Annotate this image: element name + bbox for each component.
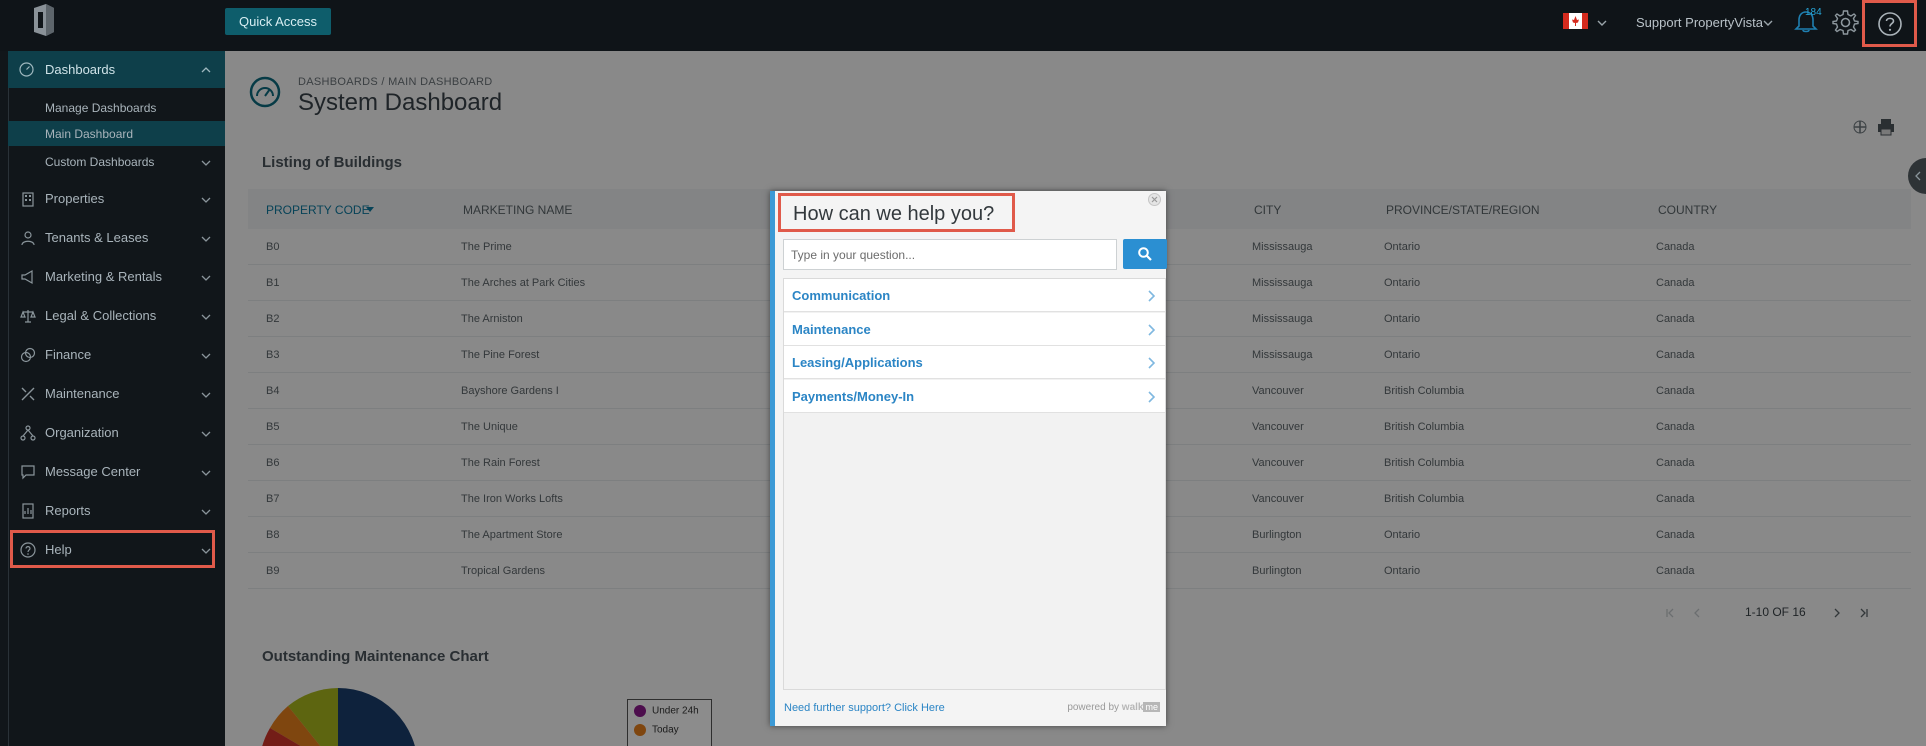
category-communication[interactable]: Communication: [784, 279, 1165, 312]
category-payments-money-in[interactable]: Payments/Money-In: [784, 380, 1165, 413]
sidebar-subitem-main-dashboard[interactable]: Main Dashboard: [8, 121, 225, 146]
chevron-right-icon: [1148, 391, 1155, 403]
chevron-right-icon: [1148, 357, 1155, 369]
search-button[interactable]: [1123, 239, 1167, 269]
sidebar-item-finance[interactable]: Finance: [8, 339, 225, 371]
help-category-list: Communication Maintenance Leasing/Applic…: [783, 278, 1166, 690]
powered-by-label: powered by: [1067, 702, 1120, 713]
sidebar-item-message-center[interactable]: Message Center: [8, 456, 225, 488]
top-bar: Quick Access Support PropertyVista 184: [0, 0, 1926, 51]
sidebar-subitem-custom-dashboards[interactable]: Custom Dashboards: [8, 149, 225, 174]
report-icon: [22, 503, 34, 519]
sidebar-item-dashboards[interactable]: Dashboards: [8, 51, 225, 88]
modal-title: How can we help you?: [793, 203, 995, 225]
sidebar-item-label: Reports: [45, 503, 91, 518]
help-search-input[interactable]: [783, 239, 1117, 270]
sidebar-item-label: Tenants & Leases: [45, 230, 149, 245]
tools-icon: [21, 387, 35, 401]
chevron-down-icon: [201, 197, 211, 203]
quick-access-button[interactable]: Quick Access: [225, 8, 332, 35]
user-menu[interactable]: Support PropertyVista: [1636, 15, 1763, 30]
sidebar-item-label: Properties: [45, 191, 105, 206]
chevron-down-icon: [201, 431, 211, 437]
chevron-down-icon: [201, 392, 211, 398]
chat-icon: [21, 465, 35, 480]
further-support-link[interactable]: Need further support? Click Here: [784, 702, 945, 714]
sidebar-item-label: Marketing & Rentals: [45, 269, 163, 284]
chevron-down-icon[interactable]: [1763, 18, 1773, 28]
sidebar-item-label: Dashboards: [45, 62, 116, 77]
chevron-down-icon: [201, 353, 211, 359]
search-icon: [1138, 247, 1152, 261]
sidebar-subitem-label: Manage Dashboards: [45, 101, 157, 115]
sidebar-item-tenants-leases[interactable]: Tenants & Leases: [8, 222, 225, 254]
canada-flag-icon[interactable]: [1563, 13, 1588, 29]
megaphone-icon: [21, 269, 33, 285]
user-icon: [21, 231, 35, 246]
category-label: Communication: [792, 288, 891, 303]
sidebar-item-label: Legal & Collections: [45, 308, 157, 323]
sidebar-item-marketing-rentals[interactable]: Marketing & Rentals: [8, 261, 225, 293]
side-panel-toggle-icon[interactable]: [1908, 158, 1926, 194]
powered-by: powered by walk me: [1067, 702, 1160, 713]
category-label: Payments/Money-In: [792, 389, 915, 404]
sidebar-item-label: Organization: [45, 425, 119, 440]
sidebar-item-label: Message Center: [45, 464, 141, 479]
modal-title-highlight: How can we help you?: [778, 193, 1015, 232]
chevron-down-icon: [201, 275, 211, 281]
chevron-down-icon: [201, 509, 211, 515]
category-label: Maintenance: [792, 322, 871, 337]
sidebar-subitem-label: Main Dashboard: [45, 127, 134, 141]
app-logo-icon[interactable]: [30, 2, 58, 38]
chevron-right-icon: [1148, 290, 1155, 302]
sidebar-subitem-label: Custom Dashboards: [45, 155, 155, 169]
chevron-down-icon: [201, 160, 211, 166]
chevron-down-icon[interactable]: [1597, 18, 1607, 28]
sidebar-item-label: Finance: [45, 347, 92, 362]
help-modal: How can we help you? Communication Maint…: [770, 191, 1167, 726]
sidebar-item-organization[interactable]: Organization: [8, 417, 225, 449]
chevron-up-icon: [201, 67, 211, 73]
chevron-down-icon: [201, 236, 211, 242]
sidebar-item-reports[interactable]: Reports: [8, 495, 225, 527]
building-icon: [22, 192, 34, 207]
question-circle-icon: [1878, 12, 1902, 36]
sidebar-item-maintenance[interactable]: Maintenance: [8, 378, 225, 410]
sidebar-item-properties[interactable]: Properties: [8, 183, 225, 215]
category-label: Leasing/Applications: [792, 355, 923, 370]
category-maintenance[interactable]: Maintenance: [784, 313, 1165, 346]
help-highlight: [10, 530, 215, 568]
category-leasing-applications[interactable]: Leasing/Applications: [784, 346, 1165, 379]
chevron-right-icon: [1148, 324, 1155, 336]
sidebar-subitem-manage-dashboards[interactable]: Manage Dashboards: [8, 95, 225, 120]
org-chart-icon: [20, 425, 36, 441]
coins-icon: [20, 347, 36, 363]
chevron-down-icon: [201, 470, 211, 476]
sidebar-item-legal-collections[interactable]: Legal & Collections: [8, 300, 225, 332]
sidebar: Dashboards Manage Dashboards Main Dashbo…: [0, 51, 225, 746]
chevron-down-icon: [201, 314, 211, 320]
walkme-logo-box: me: [1143, 702, 1160, 712]
gear-icon[interactable]: [1832, 9, 1859, 36]
walkme-logo: walk: [1121, 702, 1144, 713]
notification-badge: 184: [1805, 7, 1822, 18]
scales-icon: [20, 310, 36, 323]
close-icon[interactable]: [1148, 193, 1161, 206]
help-button[interactable]: [1862, 0, 1917, 47]
dashboard-icon: [19, 62, 34, 77]
sidebar-item-label: Maintenance: [45, 386, 120, 401]
